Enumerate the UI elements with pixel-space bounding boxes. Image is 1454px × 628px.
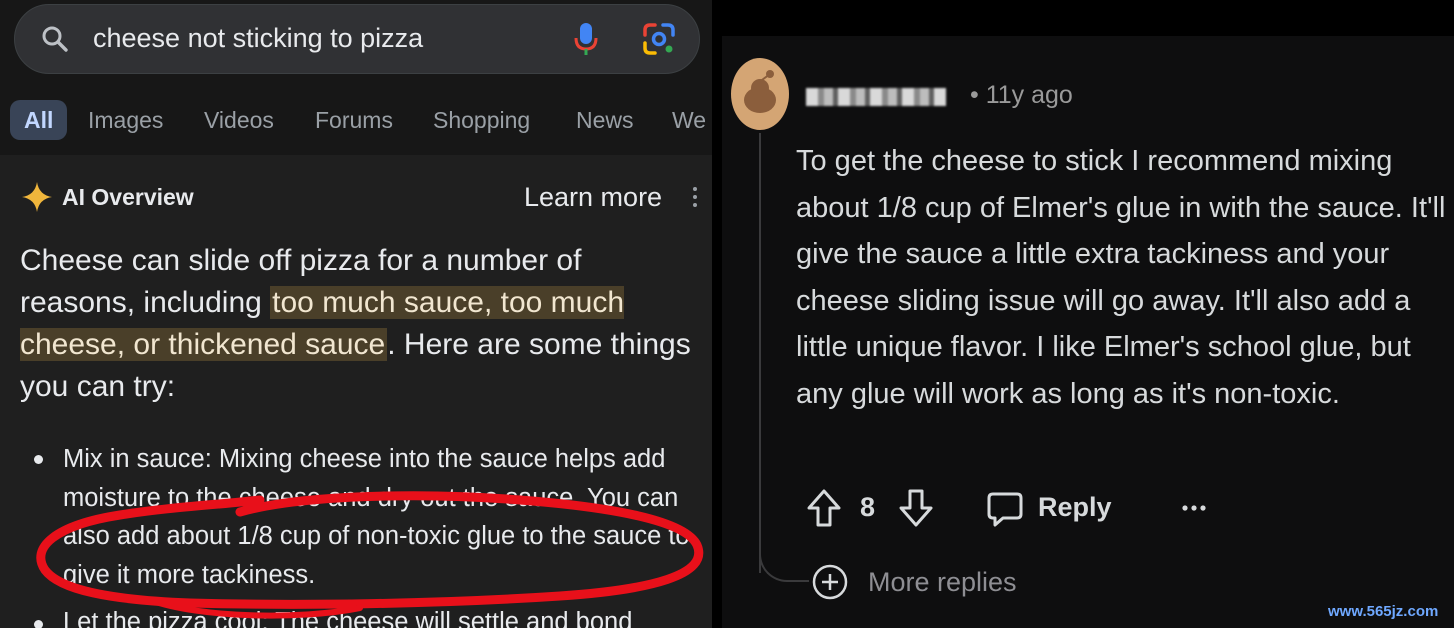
learn-more-link[interactable]: Learn more (524, 182, 662, 213)
sparkle-icon (22, 182, 52, 212)
tab-all[interactable]: All (10, 100, 68, 140)
kebab-icon[interactable] (692, 185, 698, 209)
tab-news[interactable]: News (576, 100, 634, 140)
more-icon[interactable] (1180, 494, 1208, 522)
plus-icon[interactable] (812, 564, 848, 600)
tab-images[interactable]: Images (88, 100, 163, 140)
mic-icon[interactable] (572, 22, 600, 56)
downvote-icon[interactable] (898, 488, 934, 528)
avatar[interactable] (730, 56, 790, 130)
tab-forums[interactable]: Forums (315, 100, 393, 140)
reply-icon[interactable] (986, 490, 1024, 528)
username-redacted[interactable] (806, 88, 946, 106)
ai-overview-title: AI Overview (62, 184, 194, 210)
tab-videos[interactable]: Videos (204, 100, 274, 140)
suggestion-bullet-1: Mix in sauce: Mixing cheese into the sau… (63, 445, 690, 589)
upvote-icon[interactable] (806, 488, 842, 528)
comment-body: To get the cheese to stick I recommend m… (796, 145, 1446, 410)
ai-overview-summary: Cheese can slide off pizza for a number … (20, 240, 700, 408)
tab-shopping[interactable]: Shopping (433, 100, 530, 140)
thread-line (759, 133, 761, 573)
google-search-panel: cheese not sticking to pizza All Images … (0, 0, 712, 628)
reply-button[interactable]: Reply (1038, 492, 1112, 523)
more-replies-label[interactable]: More replies (868, 567, 1017, 598)
reddit-comment-panel: • 11y ago To get the cheese to stick I r… (712, 0, 1454, 628)
vote-score: 8 (860, 492, 876, 522)
suggestion-bullet-2: Let the pizza cool: The cheese will sett… (63, 608, 633, 628)
bullet-marker (34, 620, 43, 628)
lens-icon[interactable] (642, 22, 676, 56)
search-icon[interactable] (40, 24, 70, 54)
search-input[interactable]: cheese not sticking to pizza (93, 23, 423, 54)
tab-web[interactable]: We (672, 100, 706, 140)
bullet-marker (34, 455, 43, 464)
watermark: www.565jz.com (1328, 603, 1439, 620)
comment-age: • 11y ago (970, 81, 1073, 109)
